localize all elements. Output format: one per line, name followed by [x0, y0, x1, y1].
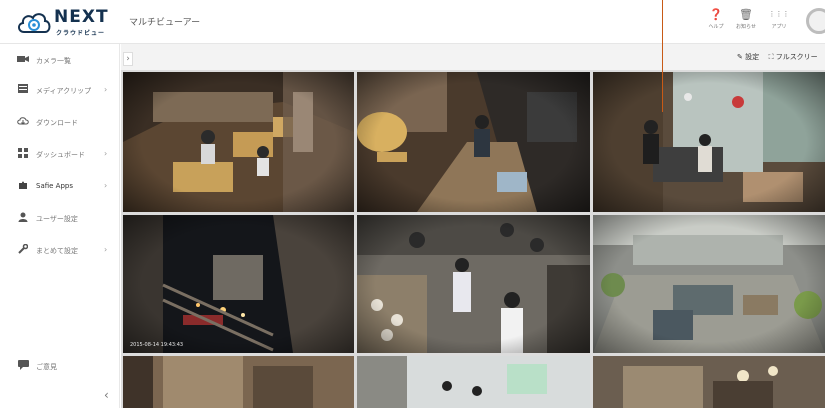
- dashboard-icon: [16, 148, 30, 162]
- sidebar-item-user-settings[interactable]: ユーザー設定: [0, 208, 120, 230]
- camera-feed[interactable]: [357, 72, 590, 212]
- sidebar-item-download[interactable]: ダウンロード: [0, 112, 120, 134]
- camera-feed[interactable]: 2015-08-14 19:43:43: [123, 215, 354, 353]
- help-label: ヘルプ: [708, 24, 724, 30]
- notice-icon: 🗑: [739, 8, 753, 21]
- avatar[interactable]: [806, 8, 825, 34]
- collapse-sidebar-button[interactable]: ‹: [104, 388, 109, 402]
- sidebar-item-label: ダウンロード: [36, 119, 78, 127]
- apps-button[interactable]: ⋮⋮⋮ アプリ: [764, 8, 794, 30]
- notice-button[interactable]: 🗑 お知らせ: [731, 8, 761, 30]
- puzzle-icon: [16, 180, 30, 194]
- sidebar-item-label: まとめて設定: [36, 247, 78, 255]
- camera-image: [123, 356, 354, 408]
- sidebar-item-label: カメラ一覧: [36, 57, 71, 65]
- chevron-right-icon: ›: [104, 245, 108, 254]
- camera-image: [357, 215, 590, 353]
- chevron-right-icon: ›: [104, 149, 108, 158]
- camera-timestamp: 2015-08-14 19:43:43: [130, 342, 184, 348]
- sidebar-item-media-clip[interactable]: メディアクリップ ›: [0, 80, 120, 102]
- sidebar-item-label: ユーザー設定: [36, 215, 78, 223]
- message-icon: [16, 360, 30, 374]
- camera-feed[interactable]: [357, 356, 590, 408]
- camera-feed[interactable]: [123, 72, 354, 212]
- sidebar-item-label: Safie Apps: [36, 182, 73, 190]
- help-icon: ❓: [709, 8, 723, 21]
- sidebar: カメラ一覧 メディアクリップ › ダウンロード ダッシュボード › Safie …: [0, 44, 120, 408]
- sidebar-item-safie-apps[interactable]: Safie Apps ›: [0, 176, 120, 198]
- logo[interactable]: NEXT クラウドビュー: [16, 6, 121, 40]
- fullscreen-button[interactable]: ⛶ フルスクリー: [769, 53, 818, 61]
- sidebar-item-dashboard[interactable]: ダッシュボード ›: [0, 144, 120, 166]
- camera-feed[interactable]: [123, 356, 354, 408]
- content-header: › ✎ 設定 ⛶ フルスクリー: [121, 44, 825, 70]
- sidebar-item-label: ご意見: [36, 363, 57, 371]
- logo-text: NEXT: [54, 7, 109, 27]
- camera-image: [593, 356, 825, 408]
- notice-label: お知らせ: [736, 24, 756, 30]
- settings-button[interactable]: ✎ 設定: [737, 53, 759, 61]
- camera-image: [357, 72, 590, 212]
- camera-image: [123, 215, 354, 353]
- help-button[interactable]: ❓ ヘルプ: [701, 8, 731, 30]
- cloud-logo-icon: [18, 13, 51, 33]
- top-bar: NEXT クラウドビュー マルチビューアー ❓ ヘルプ 🗑 お知らせ ⋮⋮⋮ ア…: [0, 0, 825, 44]
- apps-icon: ⋮⋮⋮: [768, 10, 790, 18]
- camera-grid: 2015-08-14 19:43:43: [121, 70, 825, 408]
- camera-icon: [16, 54, 30, 68]
- camera-image: [123, 72, 354, 212]
- camera-image: [593, 72, 825, 212]
- chevron-right-icon: ›: [104, 85, 108, 94]
- annotation-pointer: [662, 0, 663, 112]
- sidebar-item-camera-list[interactable]: カメラ一覧: [0, 50, 120, 72]
- page-title: マルチビューアー: [129, 18, 201, 28]
- camera-image: [357, 356, 590, 408]
- user-icon: [16, 212, 30, 226]
- apps-label: アプリ: [771, 24, 787, 30]
- camera-feed[interactable]: [357, 215, 590, 353]
- camera-feed[interactable]: [593, 356, 825, 408]
- sidebar-item-feedback[interactable]: ご意見: [0, 356, 120, 378]
- header-actions: ✎ 設定 ⛶ フルスクリー: [737, 52, 818, 62]
- camera-feed[interactable]: [593, 215, 825, 353]
- wrench-icon: [16, 243, 30, 258]
- download-icon: [16, 116, 30, 130]
- logo-subtext: クラウドビュー: [56, 30, 106, 37]
- sidebar-item-label: ダッシュボード: [36, 151, 85, 159]
- sidebar-item-label: メディアクリップ: [36, 87, 92, 95]
- camera-image: [593, 215, 825, 353]
- chevron-right-icon: ›: [104, 181, 108, 190]
- sidebar-item-batch-settings[interactable]: まとめて設定 ›: [0, 240, 120, 262]
- camera-feed[interactable]: [593, 72, 825, 212]
- media-icon: [16, 84, 30, 98]
- expand-sidebar-button[interactable]: ›: [123, 52, 133, 66]
